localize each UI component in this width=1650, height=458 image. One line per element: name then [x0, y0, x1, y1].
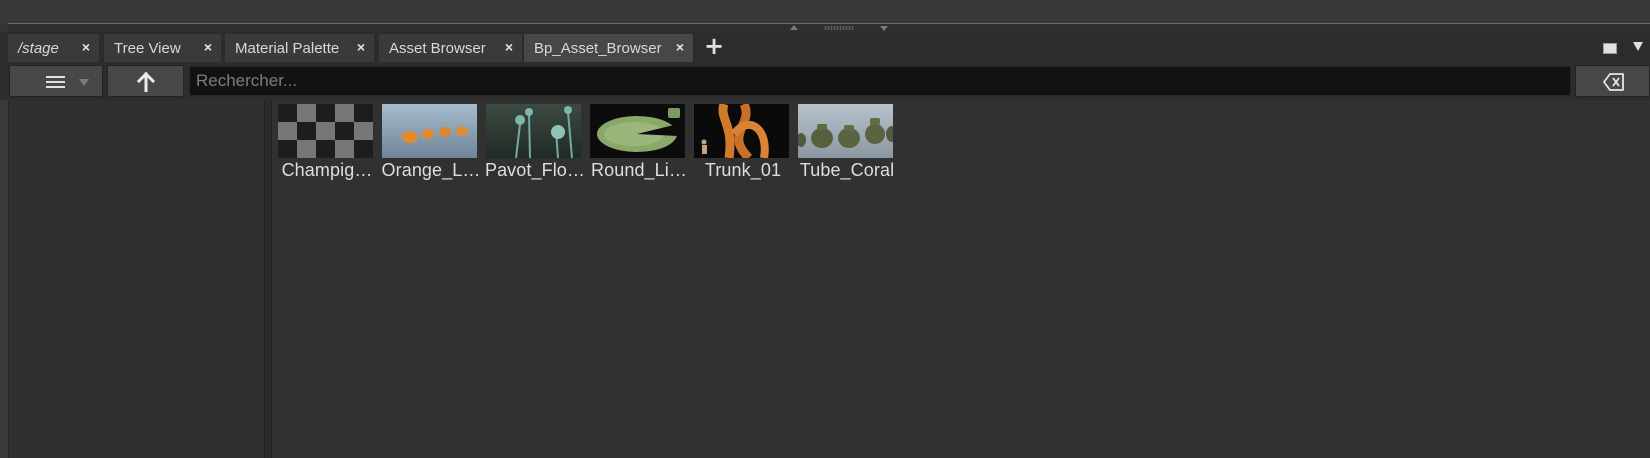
asset-thumbnail — [278, 104, 373, 158]
toolbar — [0, 62, 1650, 100]
backspace-icon — [1603, 73, 1624, 91]
tab-stage[interactable]: /stage × — [8, 34, 99, 62]
search-input[interactable] — [189, 66, 1571, 96]
tab-label: Tree View — [114, 39, 181, 57]
arrow-up-icon — [137, 72, 155, 92]
pane-splitter[interactable] — [8, 23, 1650, 32]
asset-label: Trunk_01 — [704, 160, 782, 180]
asset-label: Tube_Coral — [799, 160, 895, 180]
tab-label: Material Palette — [235, 39, 340, 57]
asset-thumbnail — [382, 104, 477, 158]
folder-tree-panel[interactable] — [8, 100, 264, 458]
close-icon[interactable]: × — [673, 39, 687, 55]
vertical-splitter[interactable] — [264, 100, 272, 458]
asset-label: Orange_L… — [381, 160, 481, 180]
tab-label: Bp_Asset_Browser — [534, 39, 662, 57]
clear-search-button[interactable] — [1575, 65, 1650, 97]
asset-tube-coral[interactable]: Tube_Coral — [792, 104, 902, 184]
collapse-up-icon[interactable] — [790, 25, 798, 30]
asset-trunk-01[interactable]: Trunk_01 — [688, 104, 798, 184]
close-icon[interactable]: × — [79, 39, 93, 55]
asset-thumbnail — [694, 104, 789, 158]
tab-material-palette[interactable]: Material Palette × — [225, 34, 374, 62]
asset-grid: Champig… Orange_L… Pavot_Flo… Round_Li… … — [272, 100, 1650, 458]
collapse-down-icon[interactable] — [880, 26, 888, 31]
asset-orange-l[interactable]: Orange_L… — [376, 104, 486, 184]
asset-round-li[interactable]: Round_Li… — [584, 104, 694, 184]
maximize-pane-icon[interactable] — [1603, 43, 1617, 54]
grip-icon[interactable] — [824, 26, 854, 30]
view-menu-button[interactable] — [9, 65, 103, 97]
asset-label: Round_Li… — [591, 160, 687, 180]
close-icon[interactable]: × — [201, 39, 215, 55]
asset-champig[interactable]: Champig… — [272, 104, 382, 184]
left-edge — [0, 100, 8, 458]
tab-bar: /stage × Tree View × Material Palette × … — [0, 32, 1650, 62]
tab-label: /stage — [18, 39, 59, 57]
tab-tree-view[interactable]: Tree View × — [104, 34, 221, 62]
asset-thumbnail — [486, 104, 581, 158]
tab-asset-browser[interactable]: Asset Browser × — [379, 34, 522, 62]
asset-thumbnail — [590, 104, 685, 158]
parent-folder-button[interactable] — [107, 65, 184, 97]
pane-menu-icon[interactable] — [1633, 42, 1643, 51]
asset-pavot-flo[interactable]: Pavot_Flo… — [480, 104, 590, 184]
asset-thumbnail — [798, 104, 893, 158]
asset-label: Champig… — [281, 160, 373, 180]
tab-bp-asset-browser[interactable]: Bp_Asset_Browser × — [524, 34, 693, 62]
close-icon[interactable]: × — [502, 39, 516, 55]
asset-label: Pavot_Flo… — [484, 160, 586, 180]
close-icon[interactable]: × — [354, 39, 368, 55]
top-strip — [0, 0, 1650, 23]
tab-label: Asset Browser — [389, 39, 486, 57]
add-tab-button[interactable]: + — [702, 33, 726, 59]
hamburger-icon — [46, 76, 65, 88]
chevron-down-icon — [79, 79, 89, 86]
